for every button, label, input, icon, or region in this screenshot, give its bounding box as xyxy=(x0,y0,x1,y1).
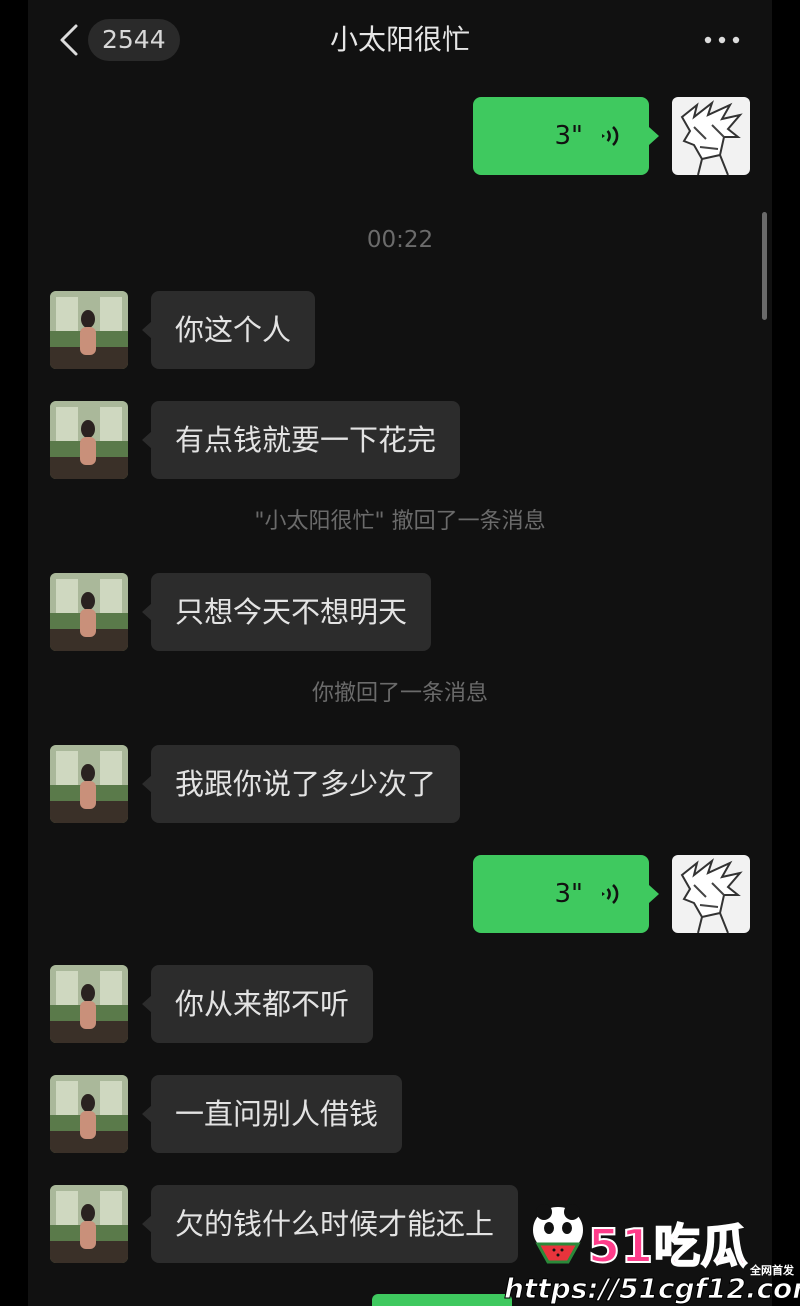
chat-header: 2544 小太阳很忙 xyxy=(28,0,772,82)
contact-avatar[interactable] xyxy=(50,291,128,369)
contact-avatar[interactable] xyxy=(50,1185,128,1263)
watermelon-mascot-icon xyxy=(528,1200,588,1272)
self-avatar[interactable] xyxy=(672,97,750,175)
voice-duration: 3" xyxy=(554,121,583,151)
contact-avatar[interactable] xyxy=(50,745,128,823)
contact-avatar[interactable] xyxy=(50,1075,128,1153)
watermark: 51吃瓜 全网首发 https://51cgf12.com xyxy=(500,1200,800,1306)
voice-message-bubble[interactable]: 3" xyxy=(473,97,659,175)
incoming-message-bubble[interactable]: 你这个人 xyxy=(141,291,316,369)
contact-avatar[interactable] xyxy=(50,965,128,1043)
contact-avatar[interactable] xyxy=(50,401,128,479)
incoming-message-bubble[interactable]: 欠的钱什么时候才能还上 xyxy=(141,1185,519,1263)
chat-title: 小太阳很忙 xyxy=(329,23,470,56)
incoming-message-bubble[interactable]: 我跟你说了多少次了 xyxy=(141,745,461,823)
incoming-message-bubble[interactable]: 一直问别人借钱 xyxy=(141,1075,403,1153)
timestamp: 00:22 xyxy=(366,227,434,253)
voice-duration: 3" xyxy=(554,879,583,909)
more-dots-icon[interactable] xyxy=(700,22,744,58)
voice-message-bubble-partial[interactable] xyxy=(372,1294,512,1306)
incoming-message-bubble[interactable]: 有点钱就要一下花完 xyxy=(141,401,461,479)
incoming-message-bubble[interactable]: 你从来都不听 xyxy=(141,965,374,1043)
chat-screen: 2544 小太阳很忙 3" 00:22 你这个人 有点钱就要一下花完 "小太阳很… xyxy=(28,0,772,1306)
watermark-logo: 51吃瓜 xyxy=(587,1218,749,1274)
recall-notice: 你撤回了一条消息 xyxy=(311,681,488,706)
voice-wave-icon xyxy=(591,121,621,151)
incoming-message-bubble[interactable]: 只想今天不想明天 xyxy=(141,573,432,651)
self-avatar[interactable] xyxy=(672,855,750,933)
contact-avatar[interactable] xyxy=(50,573,128,651)
voice-wave-icon xyxy=(591,879,621,909)
recall-notice: "小太阳很忙" 撤回了一条消息 xyxy=(254,509,546,534)
voice-message-bubble[interactable]: 3" xyxy=(473,855,659,933)
watermark-url: https://51cgf12.com xyxy=(503,1272,800,1306)
